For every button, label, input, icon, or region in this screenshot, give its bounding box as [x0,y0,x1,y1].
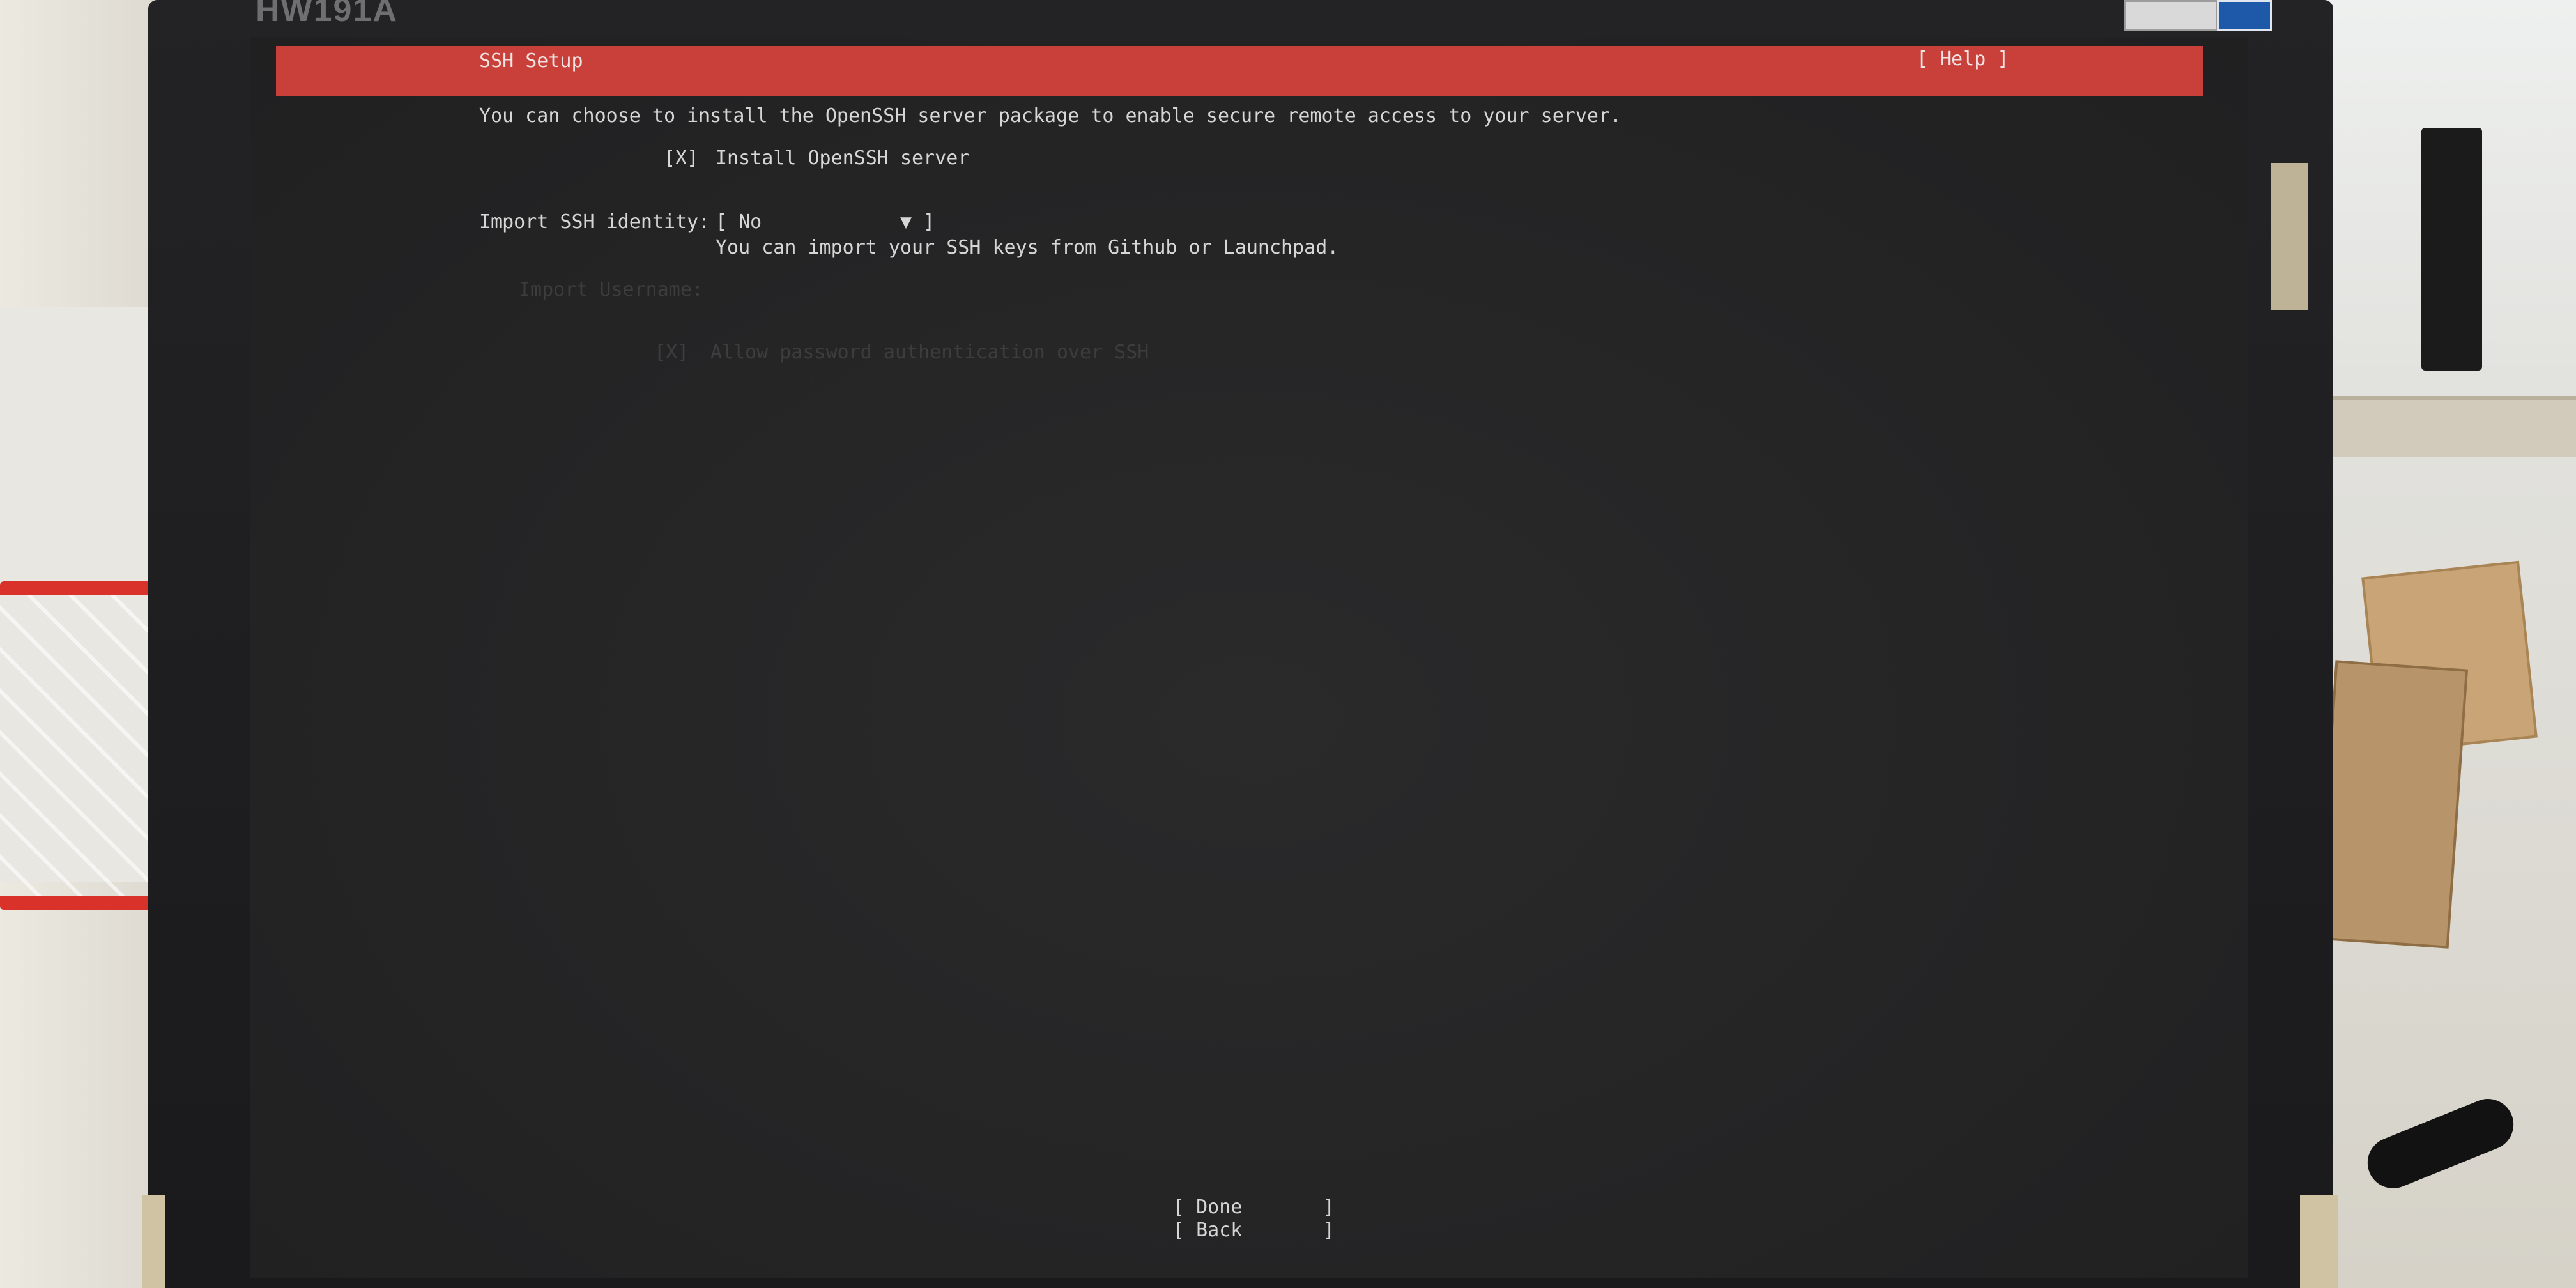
import-ssh-identity-select[interactable]: [ No ▼ ] [716,211,935,234]
allow-password-label: Allow password authentication over SSH [710,341,1149,364]
monitor-brand-label: HW191A [256,0,398,29]
sticker [2124,0,2218,31]
import-ssh-identity-help: You can import your SSH keys from Github… [716,236,1339,259]
tape-strip [2271,163,2308,310]
red-basket [0,581,171,910]
import-ssh-identity-label: Import SSH identity: [479,211,710,233]
tape-strip [142,1195,165,1288]
energy-star-sticker [2217,0,2272,31]
intro-text: You can choose to install the OpenSSH se… [479,105,1622,127]
help-button[interactable]: [ Help ] [1917,48,2009,71]
page-title: SSH Setup [479,50,583,72]
background-monitor [2421,128,2482,371]
allow-password-checkbox: [X] [654,341,689,364]
done-button[interactable]: [ Done ] [1173,1196,1335,1219]
cardboard-box [2315,660,2469,949]
installer-screen: SSH Setup [ Help ] You can choose to ins… [250,37,2248,1278]
install-openssh-checkbox[interactable]: [X] [664,147,698,170]
back-button[interactable]: [ Back ] [1173,1219,1335,1242]
tape-strip [2300,1195,2338,1288]
import-username-label: Import Username: [519,279,703,301]
desk [2313,396,2576,457]
install-openssh-label[interactable]: Install OpenSSH server [716,147,969,170]
